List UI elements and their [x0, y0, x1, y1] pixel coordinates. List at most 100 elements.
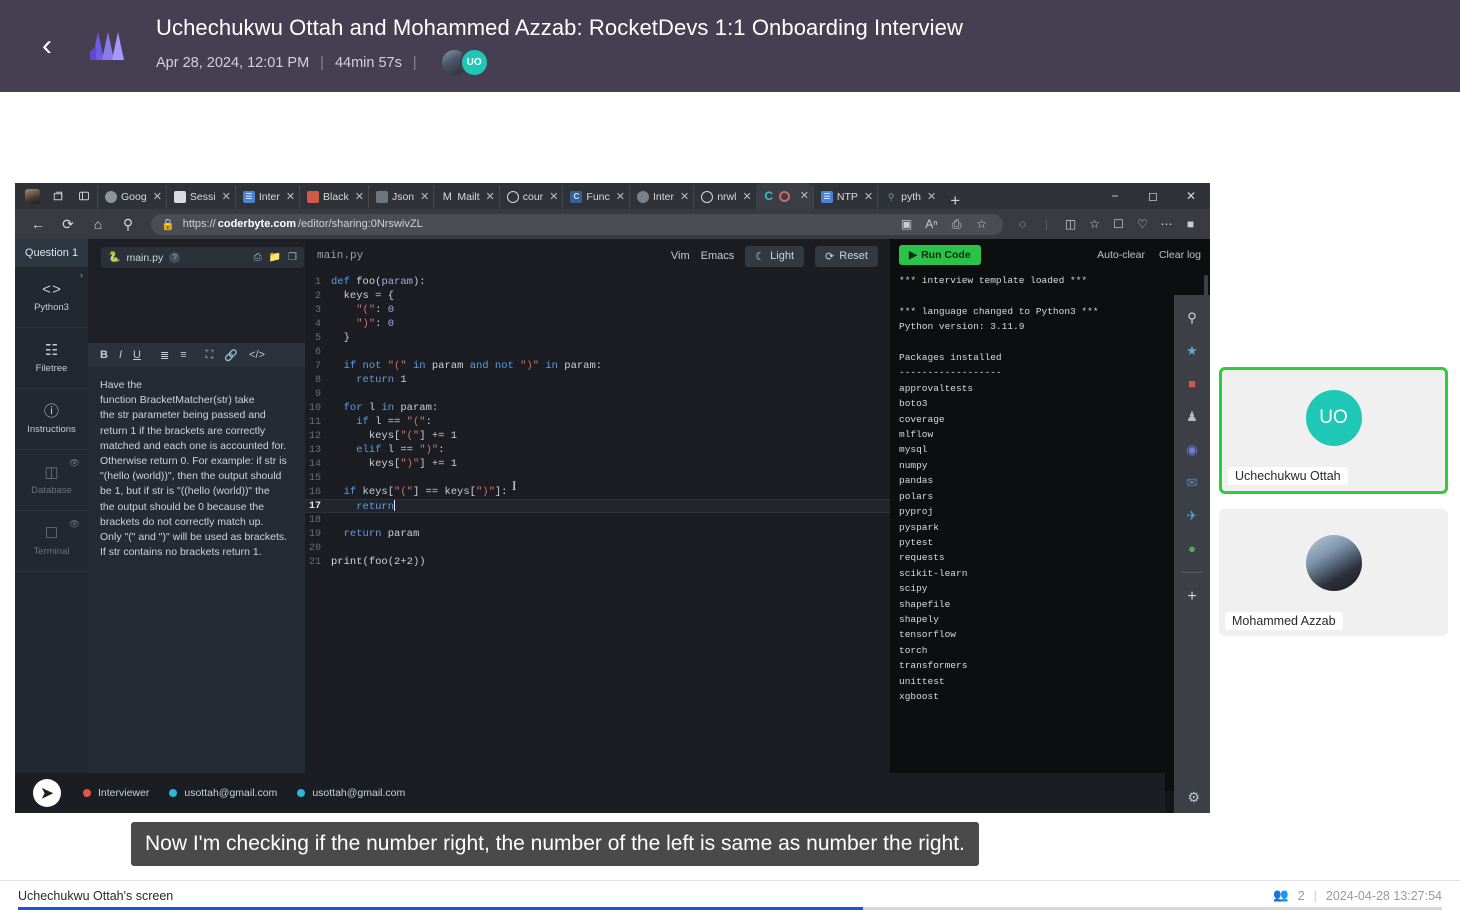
sidebar-item-terminal[interactable]: 👁 ☐ Terminal	[15, 511, 88, 572]
code-line[interactable]: 19 return param	[305, 527, 890, 541]
code-line[interactable]: 15	[305, 471, 890, 485]
clear-log-button[interactable]: Clear log	[1159, 249, 1201, 261]
browser-tab-active[interactable]: C ✕	[755, 183, 813, 209]
sidebar-item-instructions[interactable]: ⓘ Instructions	[15, 389, 88, 450]
read-aloud-icon[interactable]: Aⁿ	[920, 214, 943, 235]
minimize-icon[interactable]: −	[1096, 183, 1134, 209]
browser-tab[interactable]: Json ✕	[367, 185, 433, 209]
sidebar-item-database[interactable]: 👁 ◫ Database	[15, 450, 88, 511]
favorites-heart-icon[interactable]: ♡	[1131, 214, 1154, 235]
code-line[interactable]: 10 for l in param:	[305, 401, 890, 415]
drop-icon[interactable]: ●	[1174, 532, 1210, 565]
code-line[interactable]: 3 "(": 0	[305, 303, 890, 317]
emacs-mode-button[interactable]: Emacs	[701, 250, 735, 262]
bold-icon[interactable]: B	[100, 349, 108, 361]
new-file-icon[interactable]: ⎙	[254, 252, 262, 263]
code-line[interactable]: 20	[305, 541, 890, 555]
browser-tab[interactable]: M Mailt ✕	[433, 185, 498, 209]
close-icon[interactable]: ✕	[286, 191, 295, 203]
code-line[interactable]: 11 if l == "(":	[305, 415, 890, 429]
italic-icon[interactable]: I	[119, 349, 122, 361]
code-line[interactable]: 6	[305, 345, 890, 359]
close-window-icon[interactable]: ✕	[1172, 183, 1210, 209]
close-icon[interactable]: ✕	[616, 191, 625, 203]
file-pill[interactable]: 🐍 main.py ? ⎙ 📁 ❐	[101, 247, 304, 268]
close-icon[interactable]: ✕	[927, 191, 936, 203]
code-line[interactable]: 21 print(foo(2+2))	[305, 555, 890, 569]
profile-icon[interactable]: ■	[1179, 214, 1202, 235]
search-icon[interactable]: ⚲	[113, 211, 143, 237]
avatar[interactable]: UO	[459, 48, 489, 77]
close-icon[interactable]: ✕	[800, 190, 809, 202]
browser-essentials-icon[interactable]: ☐	[1107, 214, 1130, 235]
close-icon[interactable]: ✕	[549, 191, 558, 203]
close-icon[interactable]: ✕	[153, 191, 162, 203]
close-icon[interactable]: ✕	[680, 191, 689, 203]
favorite-star-icon[interactable]: ☆	[970, 214, 993, 235]
participant-card[interactable]: Mohammed Azzab	[1219, 509, 1448, 636]
annotate-icon[interactable]: ⎙	[945, 214, 968, 235]
close-icon[interactable]: ✕	[355, 191, 364, 203]
code-line[interactable]: 2 keys = {	[305, 289, 890, 303]
code-icon[interactable]: </>	[249, 349, 265, 361]
media-icon[interactable]: ◉	[1174, 433, 1210, 466]
code-line[interactable]: 12 keys["("] += 1	[305, 429, 890, 443]
address-bar[interactable]: 🔒 https:// coderbyte.com /editor/sharing…	[151, 213, 1003, 235]
collapse-icon[interactable]: ❐	[288, 252, 297, 263]
auto-clear-button[interactable]: Auto-clear	[1097, 249, 1145, 261]
sidebar-item-filetree[interactable]: ☷ Filetree	[15, 328, 88, 389]
underline-icon[interactable]: U	[133, 349, 141, 361]
new-folder-icon[interactable]: 📁	[269, 252, 281, 263]
browser-tab[interactable]: Sessi ✕	[165, 185, 235, 209]
browser-tab[interactable]: Black ✕	[299, 185, 368, 209]
close-icon[interactable]: ✕	[486, 191, 495, 203]
new-tab-button[interactable]: +	[940, 192, 970, 209]
image-icon[interactable]: ⛶	[206, 349, 214, 362]
code-line[interactable]: 5 }	[305, 331, 890, 345]
maximize-icon[interactable]: ◻	[1134, 183, 1172, 209]
browser-tab[interactable]: ☰ NTP ✕	[812, 185, 877, 209]
tools-icon[interactable]: ■	[1174, 367, 1210, 400]
code-line[interactable]: 4 ")": 0	[305, 317, 890, 331]
chevron-right-icon[interactable]: ›	[80, 270, 83, 280]
telegram-icon[interactable]: ✈	[1174, 499, 1210, 532]
screencast-icon[interactable]: ▣	[895, 214, 918, 235]
shopping-tag-icon[interactable]: ★	[1174, 334, 1210, 367]
browser-tab[interactable]: Inter ✕	[628, 185, 693, 209]
bullet-list-icon[interactable]: ≡	[180, 349, 186, 361]
code-line[interactable]: 8 return 1	[305, 373, 890, 387]
browser-tab[interactable]: Goog ✕	[97, 185, 166, 209]
browser-tab[interactable]: C Func ✕	[562, 185, 629, 209]
close-icon[interactable]: ✕	[742, 191, 751, 203]
code-line[interactable]: 16 if keys["("] == keys[")"]:	[305, 485, 890, 499]
browser-tab[interactable]: ☰ Inter ✕	[234, 185, 299, 209]
browser-tab[interactable]: nrwl ✕	[693, 185, 755, 209]
collections-icon[interactable]: ☆	[1083, 214, 1106, 235]
code-line[interactable]: 7 if not "(" in param and not ")" in par…	[305, 359, 890, 373]
theme-toggle-button[interactable]: ☾ Light	[745, 245, 805, 267]
link-icon[interactable]: 🔗	[224, 349, 238, 362]
browser-tab[interactable]: cour ✕	[498, 185, 563, 209]
run-code-button[interactable]: ▶ Run Code	[899, 245, 981, 265]
sidebar-item-python3[interactable]: › < > Python3	[15, 267, 88, 328]
close-icon[interactable]: ✕	[864, 191, 873, 203]
games-icon[interactable]: ♟	[1174, 400, 1210, 433]
vim-mode-button[interactable]: Vim	[671, 250, 690, 262]
split-screen-icon[interactable]: ◫	[1059, 214, 1082, 235]
add-sidebar-icon[interactable]: +	[1174, 580, 1210, 613]
extensions-icon[interactable]: ⋯	[1155, 214, 1178, 235]
code-line[interactable]: 13 elif l == ")":	[305, 443, 890, 457]
back-button[interactable]: ‹	[30, 29, 64, 63]
search-icon[interactable]: ⚲	[1174, 301, 1210, 334]
question-tab[interactable]: Question 1	[15, 239, 88, 267]
split-tab-icon[interactable]	[71, 183, 97, 209]
code-line[interactable]: 1 def foo(param):	[305, 275, 890, 289]
close-icon[interactable]: ✕	[420, 191, 429, 203]
outlook-icon[interactable]: ✉	[1174, 466, 1210, 499]
reload-icon[interactable]: ⟳	[53, 211, 83, 237]
ordered-list-icon[interactable]: ≣	[160, 349, 169, 362]
close-icon[interactable]: ✕	[222, 191, 231, 203]
gear-icon[interactable]: ⚙	[1187, 789, 1200, 806]
reset-button[interactable]: ⟳ Reset	[815, 245, 878, 267]
help-icon[interactable]: ?	[169, 252, 181, 263]
